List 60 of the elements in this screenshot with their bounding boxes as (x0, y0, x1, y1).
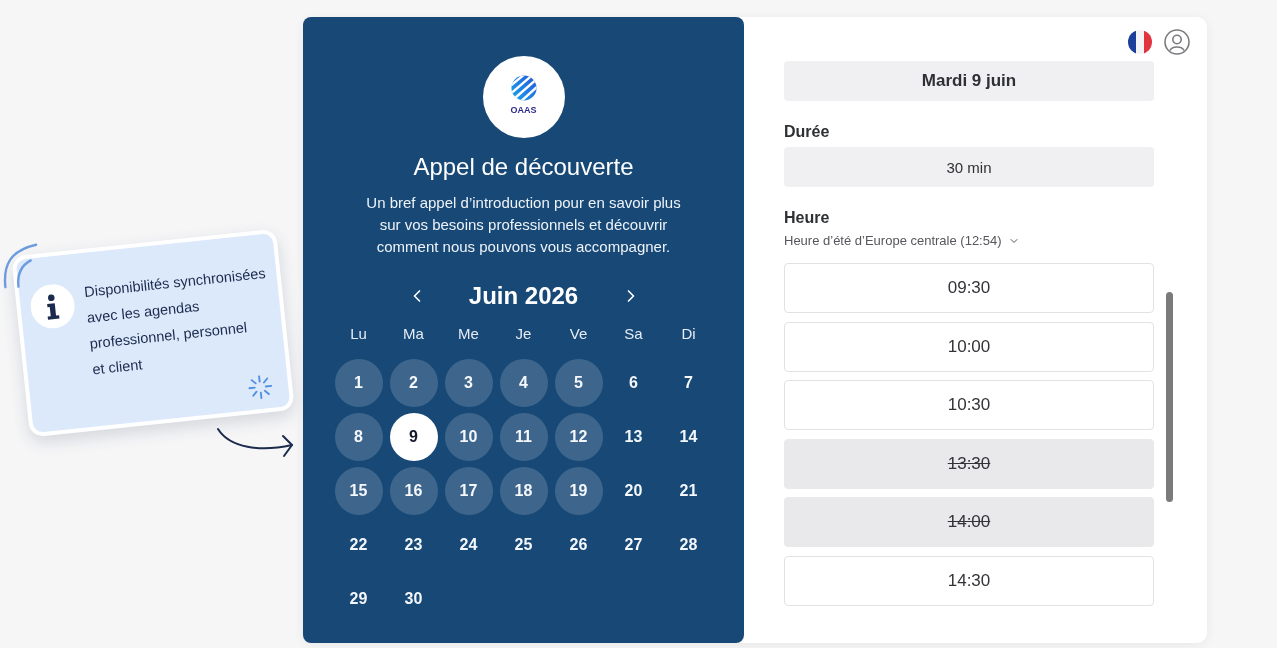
weekday-label: Lu (350, 324, 367, 344)
weekday-label: Je (515, 324, 532, 344)
available-day[interactable]: 11 (499, 413, 548, 461)
day-number: 28 (678, 535, 699, 555)
striped-globe-icon (510, 75, 537, 101)
day-number: 26 (568, 535, 589, 555)
selected-date: Mardi 9 juin (784, 61, 1154, 101)
available-day[interactable]: 15 (334, 467, 383, 515)
day-number: 23 (403, 535, 424, 555)
time-label: Heure (784, 208, 830, 228)
available-day[interactable]: 16 (389, 467, 438, 515)
available-day[interactable]: 4 (499, 359, 548, 407)
time-slot-button[interactable]: 10:30 (784, 380, 1154, 431)
available-day[interactable]: 3 (444, 359, 493, 407)
time-slot-button: 14:00 (784, 497, 1154, 548)
selected-day[interactable]: 9 (389, 413, 438, 461)
day-number: 21 (678, 481, 699, 501)
month-title: Juin 2026 (467, 281, 580, 311)
day-number: 25 (513, 535, 534, 555)
day-number: 27 (623, 535, 644, 555)
event-description: Un bref appel d’introduction pour en savoir plus sur vos besoins professionnels et découvrir comment nous pouvons vous accompagner. (366, 193, 681, 257)
day-number: 7 (683, 373, 694, 393)
available-day[interactable]: 8 (334, 413, 383, 461)
day-number: 14 (678, 427, 699, 447)
day-number: 24 (458, 535, 479, 555)
weekday-label: Me (458, 324, 479, 344)
weekday-label: Di (681, 324, 696, 344)
time-slot-button[interactable]: 09:30 (784, 263, 1154, 313)
weekday-label: Ve (569, 324, 588, 344)
day-number: 13 (623, 427, 644, 447)
day-number: 29 (348, 589, 369, 609)
time-slot-button[interactable]: 14:30 (784, 555, 1154, 606)
info-icon (28, 282, 77, 331)
event-title: Appel de découverte (413, 152, 634, 182)
user-icon[interactable] (1164, 29, 1190, 55)
logo-text: OAAS (510, 105, 537, 115)
duration-option[interactable]: 30 min (784, 147, 1154, 187)
sparkle-icon (247, 373, 274, 401)
info-text: Disponibilités synchronisées avec les agendas professionnel, personnel et client (82, 263, 268, 380)
day-number: 20 (623, 481, 644, 501)
available-day[interactable]: 5 (554, 359, 603, 407)
weekday-label: Sa (624, 324, 643, 344)
time-slot-button[interactable]: 10:00 (784, 321, 1154, 372)
duration-label: Durée (784, 122, 830, 142)
day-number: 30 (403, 589, 424, 609)
flag-icon[interactable] (1128, 30, 1152, 54)
curved-arrow-icon (216, 426, 296, 460)
available-day[interactable]: 12 (554, 413, 603, 461)
available-day[interactable]: 18 (499, 467, 548, 515)
available-day[interactable]: 19 (554, 467, 603, 515)
available-day[interactable]: 17 (444, 467, 493, 515)
available-day[interactable]: 2 (389, 359, 438, 407)
scrollbar-thumb[interactable] (1166, 292, 1173, 502)
day-number: 6 (628, 373, 639, 393)
weekday-label: Ma (403, 324, 424, 344)
available-day[interactable]: 10 (444, 413, 493, 461)
available-day[interactable]: 1 (334, 359, 383, 407)
day-number: 22 (348, 535, 369, 555)
time-slot-button: 13:30 (784, 438, 1154, 489)
timezone-dropdown[interactable]: Heure d’été d’Europe centrale (12:54) (784, 232, 1020, 250)
